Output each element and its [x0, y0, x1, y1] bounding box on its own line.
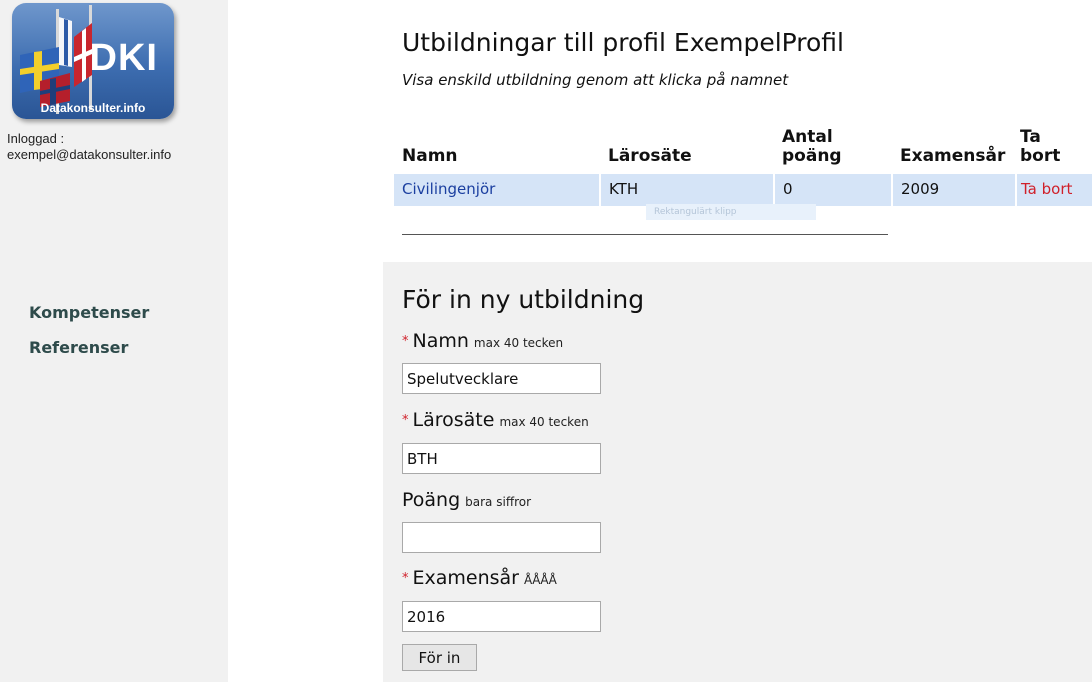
school-label-text: Lärosäte: [412, 409, 495, 431]
page-title: Utbildningar till profil ExempelProfil: [402, 28, 845, 57]
year-label-text: Examensår: [412, 567, 520, 589]
sidebar: DKI Datakonsulter.info Inloggad : exempe…: [0, 0, 228, 682]
submit-button[interactable]: För in: [402, 644, 477, 671]
sidebar-item-kompetenser[interactable]: Kompetenser: [29, 303, 149, 322]
cell-school: KTH: [600, 174, 775, 206]
sidebar-nav: Kompetenser Referenser: [29, 303, 149, 373]
school-field-hint: max 40 tecken: [499, 415, 589, 429]
cell-year: 2009: [892, 174, 1017, 206]
dki-logo[interactable]: DKI Datakonsulter.info: [12, 3, 174, 119]
year-field-label: * Examensår ÅÅÅÅ: [402, 567, 557, 589]
login-info: Inloggad : exempel@datakonsulter.info: [7, 131, 222, 163]
points-input[interactable]: [402, 522, 601, 553]
remove-education-link[interactable]: Ta bort: [1021, 180, 1072, 198]
column-header-school: Lärosäte: [608, 146, 692, 166]
name-field-hint: max 40 tecken: [473, 336, 564, 350]
education-table: Namn Lärosäte Antal poäng Examensår Ta b…: [394, 122, 1092, 206]
column-header-name: Namn: [402, 146, 458, 166]
year-input[interactable]: [402, 601, 601, 632]
column-header-points: Antal poäng: [782, 127, 842, 166]
cell-points: 0: [774, 174, 893, 206]
column-header-remove: Ta bort: [1020, 127, 1061, 166]
education-name-link[interactable]: Civilingenjör: [402, 180, 495, 198]
divider: [402, 234, 888, 235]
login-label: Inloggad :: [7, 131, 65, 146]
required-marker: *: [402, 571, 409, 586]
school-field-label: * Lärosäte max 40 tecken: [402, 409, 589, 431]
column-header-year: Examensår: [900, 146, 1006, 166]
name-label-text: Namn: [412, 330, 469, 352]
school-input[interactable]: [402, 443, 601, 474]
cell-remove: Ta bort: [1016, 174, 1092, 206]
table-row: Civilingenjör KTH 0 2009 Ta bort: [394, 174, 1092, 206]
table-hint: Visa enskild utbildning genom att klicka…: [402, 71, 789, 89]
logo-brand-text: DKI: [89, 37, 158, 79]
year-field-hint: ÅÅÅÅ: [524, 573, 557, 587]
points-field-hint: bara siffror: [465, 495, 532, 509]
snip-tooltip-ghost: Rektangulärt klipp: [646, 204, 816, 220]
name-field-label: * Namn max 40 tecken: [402, 330, 563, 352]
required-marker: *: [402, 334, 409, 349]
logo-site-text: Datakonsulter.info: [40, 101, 146, 115]
name-input[interactable]: [402, 363, 601, 394]
points-field-label: Poäng bara siffror: [402, 489, 531, 511]
cell-name: Civilingenjör: [394, 174, 601, 206]
form-title: För in ny utbildning: [402, 285, 645, 314]
login-email: exempel@datakonsulter.info: [7, 147, 172, 162]
points-label-text: Poäng: [402, 489, 461, 511]
sidebar-item-referenser[interactable]: Referenser: [29, 338, 149, 357]
table-header-row: Namn Lärosäte Antal poäng Examensår Ta b…: [394, 122, 1092, 174]
required-marker: *: [402, 413, 409, 428]
